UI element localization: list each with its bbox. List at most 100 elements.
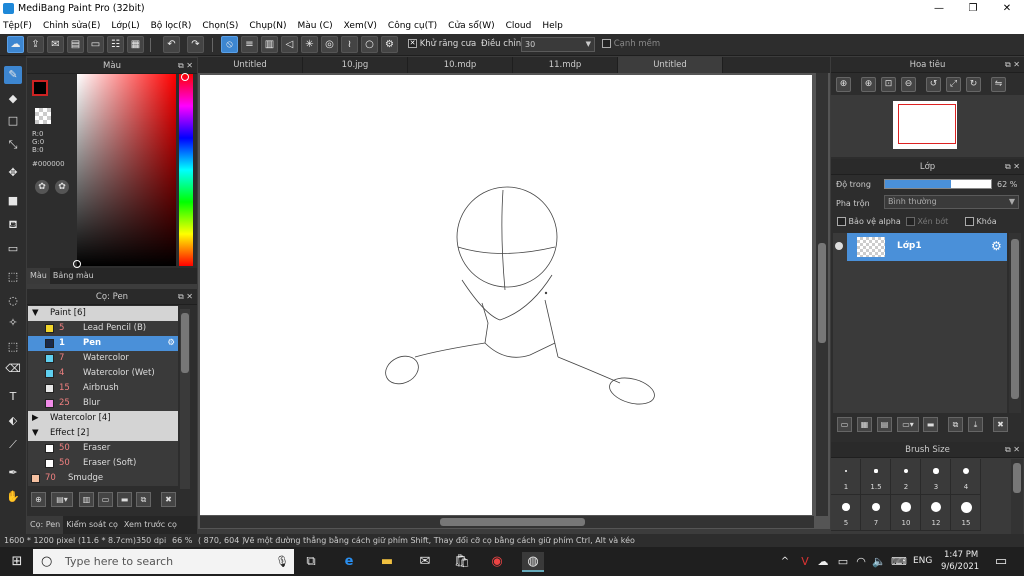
- doc-tab-10-jpg[interactable]: 10.jpg: [303, 57, 408, 73]
- expander-icon[interactable]: ▶: [32, 411, 39, 426]
- brush-group[interactable]: ▶ Watercolor [4]: [28, 411, 178, 426]
- snap-circle-icon[interactable]: ◎: [321, 36, 338, 53]
- brush-size-cell[interactable]: 15: [951, 495, 981, 531]
- snap-curve-icon[interactable]: ≀: [341, 36, 358, 53]
- mail-icon[interactable]: ✉: [414, 552, 436, 572]
- onedrive-icon[interactable]: ☁: [812, 552, 834, 572]
- file-explorer-icon[interactable]: ▬: [376, 552, 398, 572]
- taskbar-search[interactable]: ○ Type here to search 🎙: [33, 549, 294, 574]
- duplicate-icon[interactable]: ⧉: [136, 492, 151, 507]
- menu-filter[interactable]: Bộ lọc(R): [151, 21, 192, 31]
- lasso-tool-icon[interactable]: ◌: [4, 292, 22, 310]
- layer-scrollbar[interactable]: [1009, 233, 1021, 413]
- doc-tab-11-mdp[interactable]: 11.mdp: [513, 57, 618, 73]
- panel-close-icon[interactable]: ⧉ ✕: [1005, 159, 1020, 175]
- snap-cross-icon[interactable]: ▥: [261, 36, 278, 53]
- canvas-horizontal-scrollbar[interactable]: [200, 516, 814, 528]
- brush-settings-icon[interactable]: ▥: [79, 492, 94, 507]
- hue-slider[interactable]: [179, 74, 193, 266]
- share-icon[interactable]: ⇪: [27, 36, 44, 53]
- brush-group[interactable]: ▼ Effect [2]: [28, 426, 178, 441]
- notification-icon[interactable]: ▭: [990, 552, 1012, 572]
- volume-icon[interactable]: 🔈: [868, 552, 890, 572]
- palette-icon[interactable]: ✿: [35, 180, 49, 194]
- fit-screen-icon[interactable]: ⤢: [946, 77, 961, 92]
- brush-size-scrollbar[interactable]: [1011, 459, 1023, 534]
- page-icon[interactable]: ▭: [87, 36, 104, 53]
- layer-row[interactable]: Lớp1 ⚙: [833, 233, 1007, 261]
- gear-icon[interactable]: ⚙: [167, 336, 175, 351]
- microphone-icon[interactable]: 🎙: [275, 549, 289, 574]
- comment-icon[interactable]: ✉: [47, 36, 64, 53]
- menu-capture[interactable]: Chụp(N): [249, 21, 286, 31]
- dot-tool-icon[interactable]: □: [4, 112, 22, 130]
- restore-button[interactable]: ❐: [956, 0, 990, 17]
- foreground-color[interactable]: [32, 80, 48, 96]
- expander-icon[interactable]: ▼: [32, 306, 39, 321]
- panel-close-icon[interactable]: ⧉ ✕: [1005, 442, 1020, 458]
- antialias-checkbox[interactable]: ✕ Khử răng cưa: [408, 39, 476, 49]
- chrome-icon[interactable]: ◉: [486, 552, 508, 572]
- brush-group[interactable]: ▼ Paint [6]: [28, 306, 178, 321]
- brush-item-selected[interactable]: 1 Pen ⚙: [28, 336, 178, 351]
- adjust-dropdown[interactable]: 30 ▼: [521, 37, 595, 52]
- hue-handle[interactable]: [181, 73, 189, 81]
- palette-add-icon[interactable]: ✿: [55, 180, 69, 194]
- flip-icon[interactable]: ⇋: [991, 77, 1006, 92]
- hand-tool-icon[interactable]: ✋: [4, 488, 22, 506]
- minimize-button[interactable]: —: [922, 0, 956, 17]
- soft-edge-checkbox[interactable]: Cạnh mềm: [602, 39, 660, 49]
- new-layer-8bit-icon[interactable]: ▤: [877, 417, 892, 432]
- zoom-in-icon[interactable]: ⊕: [861, 77, 876, 92]
- opacity-slider[interactable]: [884, 179, 992, 189]
- eyedropper-tool-icon[interactable]: ⟋: [4, 436, 22, 454]
- rotate-left-icon[interactable]: ↺: [926, 77, 941, 92]
- brush-size-cell[interactable]: 10: [891, 495, 921, 531]
- brush-copy-icon[interactable]: ▭: [98, 492, 113, 507]
- new-layer-icon[interactable]: ▭: [837, 417, 852, 432]
- rotate-right-icon[interactable]: ↻: [966, 77, 981, 92]
- add-brush-icon[interactable]: ⊕: [31, 492, 46, 507]
- menu-cloud[interactable]: Cloud: [506, 21, 532, 31]
- layer-settings-icon[interactable]: ⚙: [991, 239, 1002, 253]
- checkbox-icon[interactable]: [602, 39, 611, 48]
- menu-help[interactable]: Help: [542, 21, 563, 31]
- tab-brush-preview[interactable]: Xem trước cọ: [121, 516, 180, 534]
- menu-tools[interactable]: Công cụ(T): [388, 21, 437, 31]
- expander-icon[interactable]: ▼: [32, 426, 39, 441]
- horizontal-scroll-thumb[interactable]: [440, 518, 585, 526]
- doc-tab-untitled[interactable]: Untitled: [198, 57, 303, 73]
- select-pen-tool-icon[interactable]: ⬚: [4, 338, 22, 356]
- chat-icon[interactable]: ▤: [67, 36, 84, 53]
- brush-item[interactable]: 70 Smudge: [28, 471, 178, 486]
- select-rect-tool-icon[interactable]: ⬚: [4, 268, 22, 286]
- rectangle-fill-tool-icon[interactable]: ■: [4, 192, 22, 210]
- merge-layer-icon[interactable]: ⤓: [968, 417, 983, 432]
- canvas-vertical-scrollbar[interactable]: [816, 73, 828, 516]
- curve-tool-icon[interactable]: ⤡: [4, 136, 22, 154]
- brush-size-cell[interactable]: 7: [861, 495, 891, 531]
- brush-item[interactable]: 5 Lead Pencil (B): [28, 321, 178, 336]
- brush-item[interactable]: 7 Watercolor: [28, 351, 178, 366]
- windows-start-icon[interactable]: ⊞: [6, 552, 28, 572]
- edge-browser-icon[interactable]: e: [338, 552, 360, 572]
- snap-off-icon[interactable]: ⦸: [221, 36, 238, 53]
- brush-tool-icon[interactable]: ✎: [4, 66, 22, 84]
- tab-color[interactable]: Màu: [27, 268, 50, 284]
- bucket-tool-icon[interactable]: ⛾: [4, 216, 22, 234]
- move-tool-icon[interactable]: ✥: [4, 164, 22, 182]
- brush-size-scroll-thumb[interactable]: [1013, 463, 1021, 493]
- saturation-value-field[interactable]: [77, 74, 176, 266]
- clock-date[interactable]: 9/6/2021: [941, 562, 979, 572]
- menu-window[interactable]: Cửa sổ(W): [448, 21, 494, 31]
- folder-icon[interactable]: ▬: [923, 417, 938, 432]
- chevron-up-icon[interactable]: ^: [774, 552, 796, 572]
- check-icon[interactable]: ✕: [408, 39, 417, 48]
- grid-list-icon[interactable]: ☷: [107, 36, 124, 53]
- brush-size-cell[interactable]: 1.5: [861, 459, 891, 495]
- add-layer-menu-icon[interactable]: ▭▾: [897, 417, 919, 432]
- drawing-canvas[interactable]: [200, 75, 812, 515]
- protect-alpha-checkbox[interactable]: Bảo vệ alpha: [837, 217, 901, 226]
- delete-layer-icon[interactable]: ✖: [993, 417, 1008, 432]
- lock-checkbox[interactable]: Khóa: [965, 217, 997, 226]
